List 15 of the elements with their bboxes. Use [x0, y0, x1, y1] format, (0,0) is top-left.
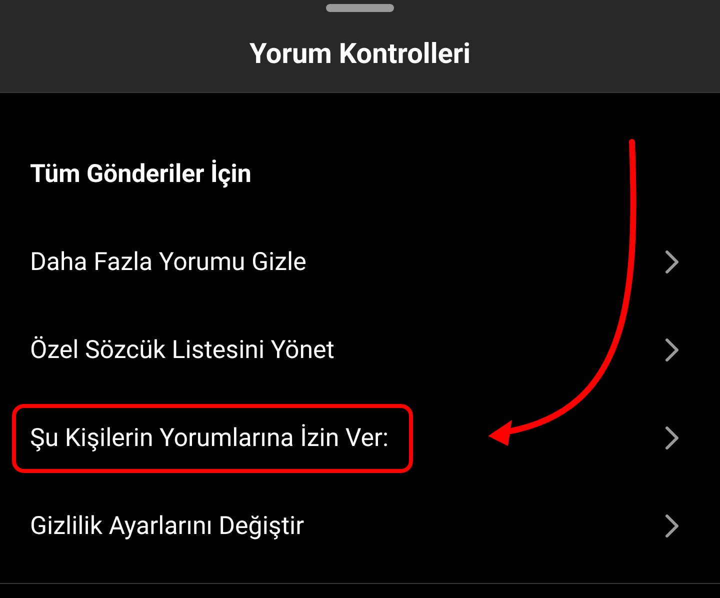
item-label: Gizlilik Ayarlarını Değiştir [29, 510, 306, 542]
sheet-title: Yorum Kontrolleri [249, 36, 471, 70]
item-label: Şu Kişilerin Yorumlarına İzin Ver: [12, 404, 413, 472]
settings-item[interactable]: Şu Kişilerin Yorumlarına İzin Ver: [0, 394, 720, 482]
settings-item[interactable]: Özel Sözcük Listesini Yönet [0, 306, 720, 394]
settings-item[interactable]: Gizlilik Ayarlarını Değiştir [0, 482, 720, 570]
chevron-icon [664, 337, 680, 363]
section-heading: Tüm Gönderiler İçin [29, 158, 252, 190]
chevron-icon [664, 425, 680, 451]
chevron-icon [664, 513, 680, 539]
item-label: Daha Fazla Yorumu Gizle [29, 246, 308, 278]
chevron-icon [664, 249, 680, 275]
drag-handle[interactable] [326, 4, 394, 12]
settings-item[interactable]: Daha Fazla Yorumu Gizle [0, 218, 720, 306]
item-label: Özel Sözcük Listesini Yönet [29, 334, 336, 366]
